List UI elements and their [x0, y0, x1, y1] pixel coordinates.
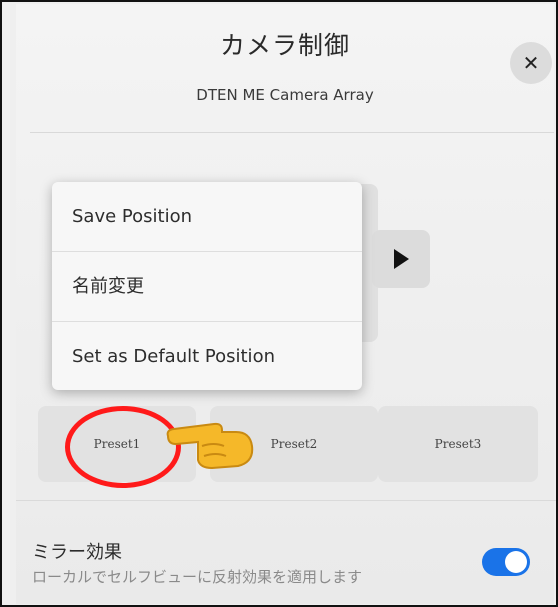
mirror-effect-title: ミラー効果 — [32, 542, 122, 563]
preset-button-3[interactable]: Preset3 — [378, 406, 538, 482]
arrow-right-icon — [394, 249, 409, 269]
device-name: DTEN ME Camera Array — [196, 86, 374, 104]
mirror-effect-toggle[interactable] — [482, 548, 530, 576]
pointing-hand-icon — [166, 422, 254, 470]
section-divider — [16, 500, 556, 501]
app-frame: カメラ制御 DTEN ME Camera Array ✕ Save Positi… — [0, 0, 558, 607]
menu-item-save-position[interactable]: Save Position — [52, 182, 362, 252]
menu-item-rename[interactable]: 名前変更 — [52, 252, 362, 322]
toggle-knob — [505, 551, 527, 573]
mirror-effect-description: ローカルでセルフビューに反射効果を適用します — [32, 568, 363, 586]
context-menu: Save Position 名前変更 Set as Default Positi… — [52, 182, 362, 390]
page-title: カメラ制御 — [219, 31, 350, 60]
header-divider — [30, 132, 554, 133]
close-icon: ✕ — [522, 51, 540, 75]
pan-right-button[interactable] — [372, 230, 430, 288]
close-button[interactable]: ✕ — [510, 42, 552, 84]
menu-item-set-default[interactable]: Set as Default Position — [52, 322, 362, 391]
